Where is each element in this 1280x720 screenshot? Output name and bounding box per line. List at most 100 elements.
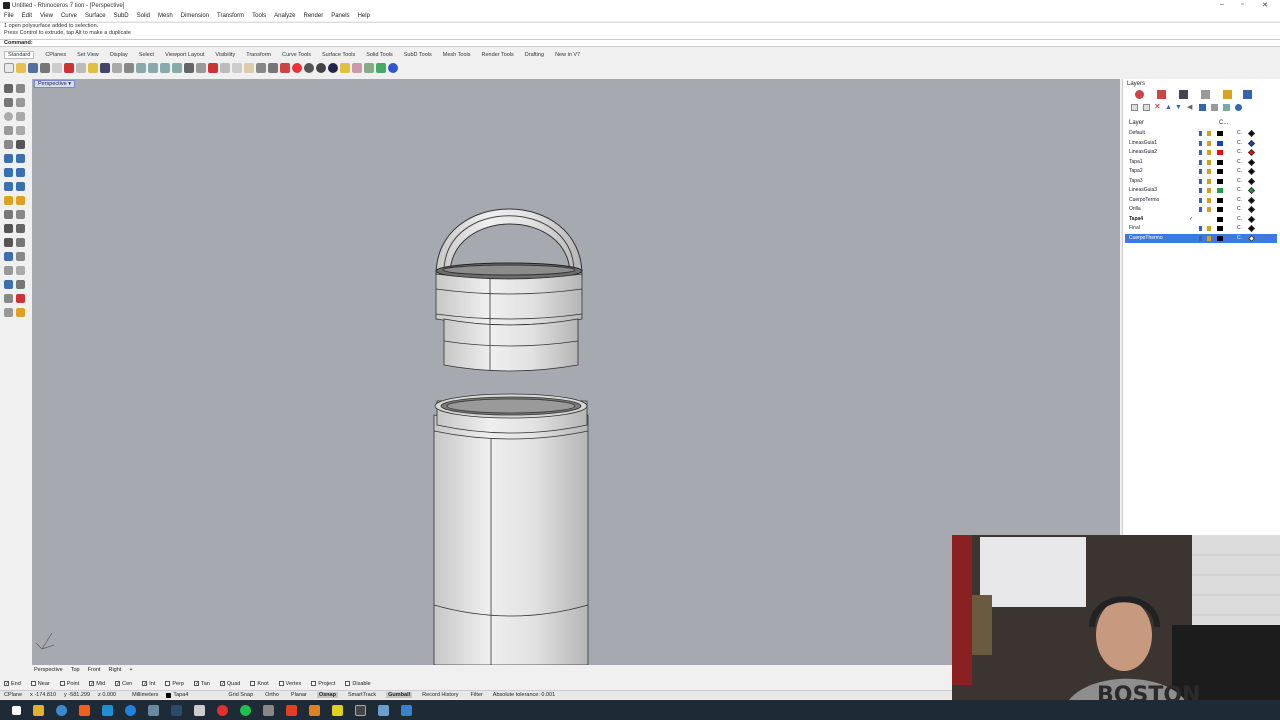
paste-icon[interactable]	[88, 62, 98, 73]
osnap-checkbox[interactable]	[345, 680, 351, 686]
vp-tab-perspective[interactable]: Perspective	[34, 667, 63, 675]
lightbulb-icon[interactable]	[256, 62, 266, 73]
status-toggle-smarttrack[interactable]: SmartTrack	[346, 692, 378, 698]
linetype-cell[interactable]: C.	[1237, 224, 1242, 233]
delete-layer-icon[interactable]: ✕	[1154, 103, 1161, 111]
status-toggle-osnap[interactable]: Osnap	[316, 692, 338, 698]
vp-tab-right[interactable]: Right	[108, 667, 121, 675]
lock-icon[interactable]	[1207, 131, 1211, 136]
menu-transform[interactable]: Transform	[217, 13, 244, 19]
material-diamond-icon[interactable]	[1247, 205, 1256, 214]
linetype-cell[interactable]: C.	[1237, 148, 1242, 157]
print-icon[interactable]	[40, 62, 50, 73]
menu-subd[interactable]: SubD	[114, 13, 129, 19]
firefox-icon[interactable]	[217, 704, 228, 716]
lock-icon[interactable]	[1207, 197, 1211, 203]
menu-edit[interactable]: Edit	[22, 13, 32, 19]
file-explorer-icon[interactable]	[33, 704, 44, 716]
status-toggle-gumball[interactable]: Gumball	[386, 692, 413, 698]
calculator-icon[interactable]	[148, 704, 159, 716]
linetype-cell[interactable]: C.	[1237, 167, 1242, 176]
vp-tab-top[interactable]: Top	[71, 667, 80, 675]
add-viewport-tab[interactable]: +	[129, 667, 132, 675]
circle-tool-icon[interactable]	[4, 112, 13, 121]
rhino-taskbar-icon[interactable]	[355, 704, 366, 716]
osnap-quad[interactable]: Quad	[219, 680, 240, 687]
app-icon[interactable]	[194, 704, 205, 716]
lock-icon[interactable]	[1207, 207, 1211, 212]
properties-icon[interactable]	[352, 62, 362, 73]
material-diamond-icon[interactable]	[1247, 196, 1256, 204]
current-layer-check-icon[interactable]: ✓	[1189, 215, 1193, 224]
layer-row[interactable]: Tapa2 C.	[1125, 167, 1277, 176]
osnap-point[interactable]: Point	[59, 680, 79, 687]
osnap-checkbox[interactable]	[59, 680, 65, 686]
status-toggle-filter[interactable]: Filter	[469, 692, 485, 698]
pan-hand-icon[interactable]	[112, 62, 122, 73]
lock-icon[interactable]	[1207, 159, 1211, 165]
color-wheel-icon[interactable]	[292, 62, 302, 73]
split-icon[interactable]	[16, 224, 25, 233]
osnap-checkbox[interactable]	[219, 680, 225, 686]
curve-icon[interactable]	[208, 62, 218, 73]
lock-icon[interactable]	[1207, 188, 1211, 193]
material-icon[interactable]	[316, 62, 326, 73]
menu-analyze[interactable]: Analyze	[274, 13, 295, 19]
brave-icon[interactable]	[286, 704, 297, 716]
options-icon[interactable]	[340, 62, 350, 73]
units-display[interactable]: Millimeters	[132, 692, 158, 698]
layer-color-swatch[interactable]	[1217, 159, 1223, 165]
layer-color-swatch[interactable]	[1217, 169, 1223, 174]
rotate-tool-icon[interactable]	[4, 266, 13, 275]
lock-icon[interactable]	[1207, 169, 1211, 174]
boolean-union-icon[interactable]	[16, 196, 25, 205]
polyline-icon[interactable]	[4, 98, 13, 107]
material-diamond-icon[interactable]	[1247, 167, 1256, 176]
visibility-bulb-icon[interactable]	[1199, 178, 1202, 184]
tab-subd-tools[interactable]: SubD Tools	[404, 52, 432, 58]
tab-set-view[interactable]: Set View	[77, 52, 99, 58]
zoom-selected-icon[interactable]	[172, 62, 182, 73]
layer-color-swatch[interactable]	[1217, 178, 1223, 184]
polygon-tool-icon[interactable]	[4, 140, 13, 149]
osnap-checkbox[interactable]	[142, 680, 148, 686]
linetype-cell[interactable]: C.	[1237, 177, 1242, 186]
visibility-bulb-icon[interactable]	[1199, 226, 1202, 231]
current-layer[interactable]: Tapa4	[173, 692, 188, 698]
viewport-menu-chevron-icon[interactable]: ▾	[68, 81, 71, 87]
move-tool-icon[interactable]	[4, 252, 13, 261]
vp-tab-front[interactable]: Front	[88, 667, 101, 675]
osnap-int[interactable]: Int	[142, 681, 155, 687]
visibility-bulb-icon[interactable]	[1199, 131, 1202, 136]
visibility-bulb-icon[interactable]	[1199, 197, 1202, 203]
linetype-cell[interactable]: C.	[1237, 215, 1242, 224]
linetype-cell[interactable]: C.	[1237, 129, 1242, 138]
move-up-icon[interactable]: ▲	[1165, 104, 1172, 112]
osnap-end[interactable]: End	[4, 681, 21, 687]
light-tool-icon[interactable]	[16, 308, 25, 317]
zoom-icon[interactable]	[136, 62, 146, 73]
new-file-icon[interactable]	[4, 62, 14, 73]
rectangle-icon[interactable]	[244, 62, 254, 73]
osnap-near[interactable]: Near	[30, 681, 50, 687]
select-arrow-icon[interactable]	[4, 84, 13, 93]
zoom-window-icon[interactable]	[148, 62, 158, 73]
osnap-disable[interactable]: Disable	[345, 680, 371, 687]
steam-icon[interactable]	[171, 704, 182, 716]
lock-icon[interactable]	[268, 62, 278, 73]
grasshopper-icon[interactable]	[376, 62, 386, 73]
osnap-tan[interactable]: Tan	[193, 681, 210, 687]
layer-row[interactable]: Tapa4 ✓ C.	[1125, 215, 1277, 224]
display-tab-icon[interactable]	[1201, 90, 1210, 99]
linetype-cell[interactable]: C.	[1237, 158, 1242, 167]
osnap-checkbox[interactable]	[89, 680, 95, 686]
osnap-checkbox[interactable]	[165, 680, 171, 686]
tab-new-in-v7[interactable]: New in V7	[555, 52, 580, 58]
lock-icon[interactable]	[1207, 150, 1211, 155]
arc-icon[interactable]	[232, 62, 242, 73]
tab-standard[interactable]: Standard	[4, 51, 35, 59]
layer-row[interactable]: CuerpoTermo C.	[1125, 196, 1277, 205]
lock-icon[interactable]	[1207, 178, 1211, 184]
material-diamond-icon[interactable]	[1247, 148, 1256, 157]
layer-color-swatch[interactable]	[1217, 226, 1223, 231]
